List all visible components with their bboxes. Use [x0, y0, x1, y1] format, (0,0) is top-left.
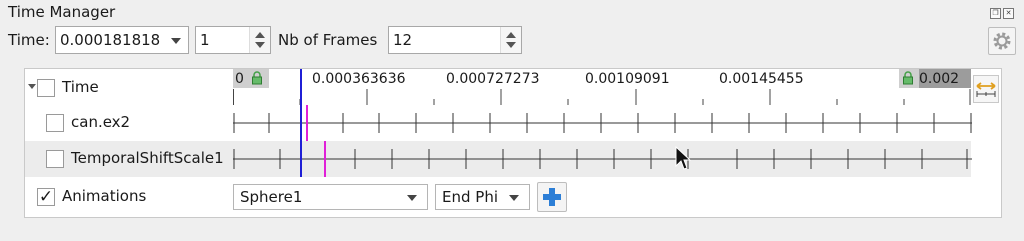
panel-window-controls: ❐ ✕: [990, 8, 1014, 19]
time-combo[interactable]: 0.000181818: [55, 26, 189, 54]
add-animation-button[interactable]: [537, 182, 567, 212]
time-manager-panel: Time Manager ❐ ✕ Time: 0.000181818 1 Nb …: [0, 0, 1024, 241]
decrement-icon[interactable]: [255, 42, 265, 48]
time-row: Time 0 0.000363636 0.000727273 0.0010909…: [25, 69, 1001, 105]
plus-icon: [543, 188, 561, 206]
settings-button[interactable]: [988, 27, 1016, 55]
animation-source-select[interactable]: Sphere1: [233, 184, 428, 210]
chevron-down-icon[interactable]: [171, 38, 181, 44]
can-row-label: can.ex2: [71, 113, 131, 131]
ruler-ticks: [233, 89, 971, 105]
shift-track: [233, 141, 972, 177]
tick-label: 0.00145455: [719, 71, 804, 87]
gear-icon: [993, 32, 1011, 50]
shift-row-label: TemporalShiftScale1: [71, 149, 224, 167]
cursor-icon: [675, 146, 691, 170]
time-row-label: Time: [62, 78, 99, 96]
restore-icon[interactable]: ❐: [990, 8, 1001, 19]
time-checkbox[interactable]: [37, 79, 55, 97]
frames-label: Nb of Frames: [278, 31, 378, 49]
animation-property-value: End Phi: [442, 188, 498, 206]
frames-value: 12: [393, 31, 413, 49]
shift-checkbox[interactable]: [46, 150, 64, 168]
timestep-stepper[interactable]: [249, 27, 270, 53]
tick-label: 0.00109091: [585, 71, 670, 87]
close-icon[interactable]: ✕: [1003, 8, 1014, 19]
lock-icon[interactable]: [250, 71, 264, 85]
frames-spinbox[interactable]: 12: [388, 26, 522, 54]
tick-label: 0.000727273: [446, 71, 540, 87]
current-time-marker[interactable]: [300, 69, 302, 177]
animations-row: ✓ Animations Sphere1 End Phi: [25, 177, 1001, 217]
timestep-spinbox[interactable]: 1: [195, 26, 271, 54]
animations-row-label: Animations: [62, 187, 147, 205]
animation-source-value: Sphere1: [240, 188, 303, 206]
shift-row: TemporalShiftScale1: [25, 141, 972, 177]
timeline-start: 0: [235, 71, 244, 87]
expand-horizontal-icon: [976, 82, 996, 97]
timeline-end: 0.002: [919, 71, 960, 87]
lock-icon[interactable]: [901, 71, 915, 85]
can-checkbox[interactable]: [46, 114, 64, 132]
timestep-value: 1: [200, 31, 210, 49]
can-row: can.ex2: [25, 105, 1001, 141]
panel-title: Time Manager: [8, 3, 116, 21]
animation-property-select[interactable]: End Phi: [435, 184, 530, 210]
chevron-down-icon[interactable]: [407, 195, 417, 201]
time-value: 0.000181818: [60, 31, 161, 49]
can-track: [233, 105, 972, 141]
collapse-icon[interactable]: [28, 84, 36, 89]
decrement-icon[interactable]: [506, 42, 516, 48]
increment-icon[interactable]: [255, 32, 265, 38]
frames-stepper[interactable]: [500, 27, 521, 53]
expand-button[interactable]: [973, 75, 999, 103]
timeline-table: Time 0 0.000363636 0.000727273 0.0010909…: [24, 68, 1002, 218]
animations-checkbox[interactable]: ✓: [37, 188, 55, 206]
increment-icon[interactable]: [506, 32, 516, 38]
time-ruler: 0 0.000363636 0.000727273 0.00109091 0.0…: [233, 69, 971, 105]
tick-label: 0.000363636: [312, 71, 406, 87]
time-label: Time:: [8, 31, 50, 49]
chevron-down-icon[interactable]: [509, 195, 519, 201]
